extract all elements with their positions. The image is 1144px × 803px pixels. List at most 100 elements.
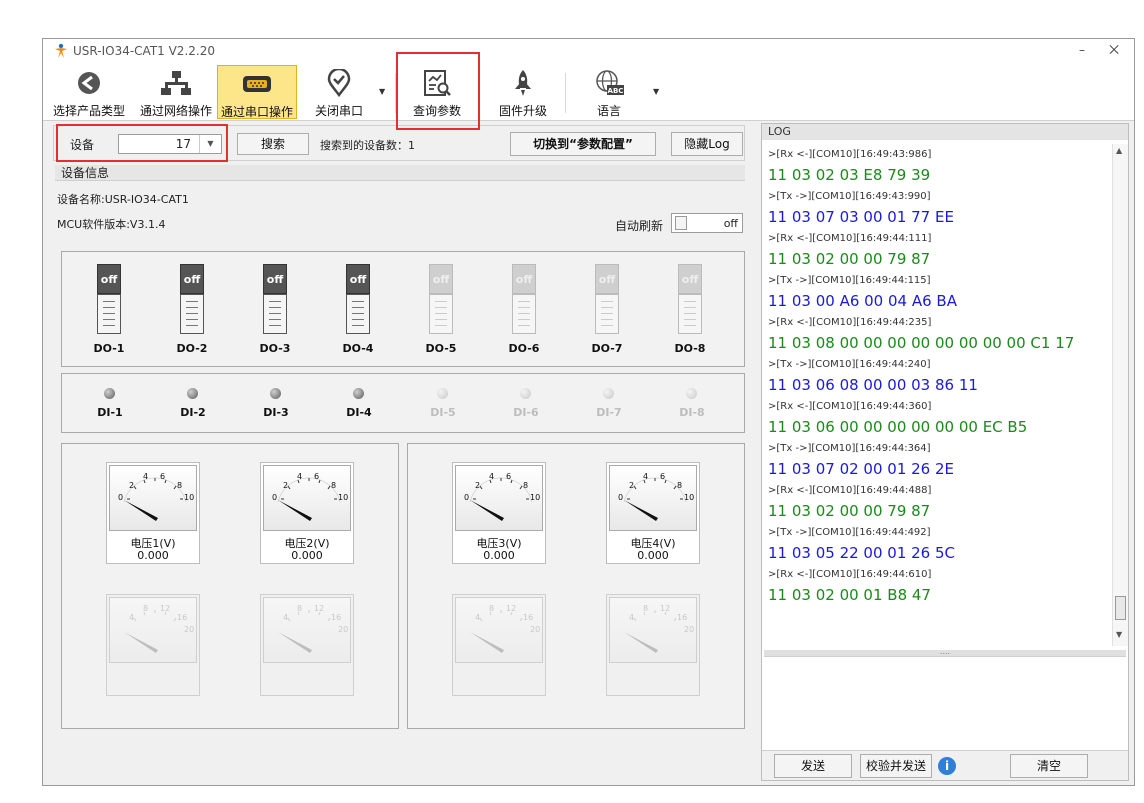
verify-send-button[interactable]: 校验并发送: [860, 754, 932, 778]
do-4-switch[interactable]: off: [346, 264, 370, 334]
di-1-led-icon: [104, 388, 115, 399]
gauge-face: 4 8 12 16 20: [263, 597, 351, 663]
serial-operation-button[interactable]: 通过串口操作: [217, 65, 297, 119]
voltage-gauge-4: 0 2 4 6 8 10 电压4(V) 0.000: [606, 462, 700, 564]
auto-refresh-label: 自动刷新: [615, 219, 664, 233]
network-operation-button[interactable]: 通过网络操作: [137, 65, 215, 119]
gauge-tick-label: 16: [677, 613, 687, 622]
log-line: >[Tx ->][COM10][16:49:43:990]: [768, 191, 931, 202]
gauge-face: 0 2 4 6 8 10: [263, 465, 351, 531]
voltage-gauge-2: 0 2 4 6 8 10 电压2(V) 0.000: [260, 462, 354, 564]
gauge-tick-label: 8: [177, 481, 182, 490]
back-arrow-icon: [78, 72, 100, 94]
scroll-thumb[interactable]: [1115, 596, 1126, 620]
log-line: 11 03 00 A6 00 04 A6 BA: [768, 292, 957, 310]
ribbon-label: 通过网络操作: [139, 104, 212, 118]
gauge-face: 4 8 12 16 20: [455, 597, 543, 663]
close-serial-button[interactable]: 关闭串口: [305, 65, 373, 119]
gauge-tick-label: 4: [129, 613, 134, 622]
minimize-button[interactable]: –: [1073, 43, 1091, 59]
log-line: 11 03 02 00 01 B8 47: [768, 586, 931, 604]
highlight-device-select: [56, 124, 228, 162]
switch-to-config-button[interactable]: 切换到“参数配置”: [510, 132, 656, 156]
gauge-tick-label: 8: [489, 604, 494, 613]
gauge-face: 0 2 4 6 8 10: [109, 465, 197, 531]
gauge-face: 4 8 12 16 20: [109, 597, 197, 663]
gauge-tick-label: 4: [643, 472, 648, 481]
di-label: DI-5: [430, 406, 456, 419]
clear-button[interactable]: 清空: [1010, 754, 1088, 778]
info-icon[interactable]: i: [938, 757, 956, 775]
gauge-tick-label: 6: [314, 472, 319, 481]
voltage-gauge-3: 0 2 4 6 8 10 电压3(V) 0.000: [452, 462, 546, 564]
gauge-value: 0.000: [637, 549, 669, 562]
send-input[interactable]: [764, 656, 1126, 750]
do-5-switch: off: [429, 264, 453, 334]
device-info-header: 设备信息: [55, 165, 745, 181]
do-1-switch[interactable]: off: [97, 264, 121, 334]
gauge-face: 0 2 4 6 8 10: [609, 465, 697, 531]
do-label: DO-1: [93, 342, 125, 355]
log-line: >[Rx <-][COM10][16:49:43:986]: [768, 149, 932, 160]
device-panel: 设备 17 ▼ 搜索 搜索到的设备数：1 切换到“参数配置” 隐藏Log 设备信…: [53, 125, 749, 781]
gauge-face: 4 8 12 16 20: [609, 597, 697, 663]
di-label: DI-8: [679, 406, 705, 419]
gauge-tick-label: 0: [464, 493, 469, 502]
di-label: DI-1: [97, 406, 123, 419]
language-button[interactable]: ABC 语言: [573, 65, 645, 119]
ribbon-toolbar: 选择产品类型 通过网络操作 通过串口操作 关闭串口 ▼ 查询参数 固件升级 AB…: [43, 63, 1134, 121]
gauge-face: 0 2 4 6 8 10: [455, 465, 543, 531]
gauge-tick-label: 6: [160, 472, 165, 481]
toggle-state: off: [723, 217, 738, 230]
gauge-tick-label: 12: [160, 604, 170, 613]
do-3-switch[interactable]: off: [263, 264, 287, 334]
toggle-knob: [675, 216, 687, 230]
app-logo-icon: [55, 43, 67, 58]
search-button[interactable]: 搜索: [237, 133, 309, 155]
gauge-tick-label: 16: [331, 613, 341, 622]
log-output[interactable]: >[Rx <-][COM10][16:49:43:986] 11 03 02 0…: [764, 144, 1110, 650]
di-label: DI-3: [263, 406, 289, 419]
do-2-switch[interactable]: off: [180, 264, 204, 334]
auto-refresh-toggle[interactable]: off: [671, 213, 743, 233]
hide-log-button[interactable]: 隐藏Log: [671, 132, 743, 156]
scroll-down-icon[interactable]: ▼: [1116, 630, 1122, 639]
log-line: >[Rx <-][COM10][16:49:44:360]: [768, 401, 932, 412]
di-3-led-icon: [270, 388, 281, 399]
gauge-tick-label: 6: [506, 472, 511, 481]
close-button[interactable]: ⨉: [1105, 43, 1123, 59]
log-scrollbar[interactable]: ▲ ▼: [1112, 144, 1128, 646]
gauge-tick-label: 0: [618, 493, 623, 502]
mcu-version: MCU软件版本:V3.1.4: [57, 218, 166, 231]
log-line: 11 03 07 03 00 01 77 EE: [768, 208, 954, 226]
gauge-tick-label: 20: [684, 625, 694, 634]
log-line: >[Tx ->][COM10][16:49:44:115]: [768, 275, 931, 286]
gauge-tick-label: 4: [629, 613, 634, 622]
log-line: >[Rx <-][COM10][16:49:44:610]: [768, 569, 932, 580]
gauge-tick-label: 4: [283, 613, 288, 622]
send-button[interactable]: 发送: [774, 754, 852, 778]
gauge-tick-label: 16: [177, 613, 187, 622]
do-label: DO-5: [425, 342, 457, 355]
gauge-tick-label: 12: [506, 604, 516, 613]
ribbon-label: 关闭串口: [314, 104, 363, 118]
scroll-up-icon[interactable]: ▲: [1116, 146, 1122, 155]
gauge-tick-label: 20: [530, 625, 540, 634]
gauge-tick-label: 2: [283, 481, 288, 490]
log-header: LOG: [762, 124, 1128, 140]
switch-state: off: [180, 264, 204, 294]
do-8-switch: off: [678, 264, 702, 334]
log-line: 11 03 08 00 00 00 00 00 00 00 00 C1 17: [768, 334, 1075, 352]
gauge-tick-label: 20: [184, 625, 194, 634]
switch-state: off: [97, 264, 121, 294]
disabled-gauge: 4 8 12 16 20: [452, 594, 546, 696]
firmware-upgrade-button[interactable]: 固件升级: [489, 65, 557, 119]
select-product-type-button[interactable]: 选择产品类型: [49, 65, 129, 119]
chevron-down-icon[interactable]: ▼: [379, 87, 389, 96]
chevron-down-icon[interactable]: ▼: [653, 87, 663, 96]
log-line: >[Rx <-][COM10][16:49:44:111]: [768, 233, 932, 244]
log-line: 11 03 06 08 00 00 03 86 11: [768, 376, 978, 394]
log-actions: 发送 校验并发送 i 清空: [762, 750, 1128, 780]
ribbon-label: 语言: [596, 104, 621, 118]
window-title: USR-IO34-CAT1 V2.2.20: [73, 44, 215, 58]
